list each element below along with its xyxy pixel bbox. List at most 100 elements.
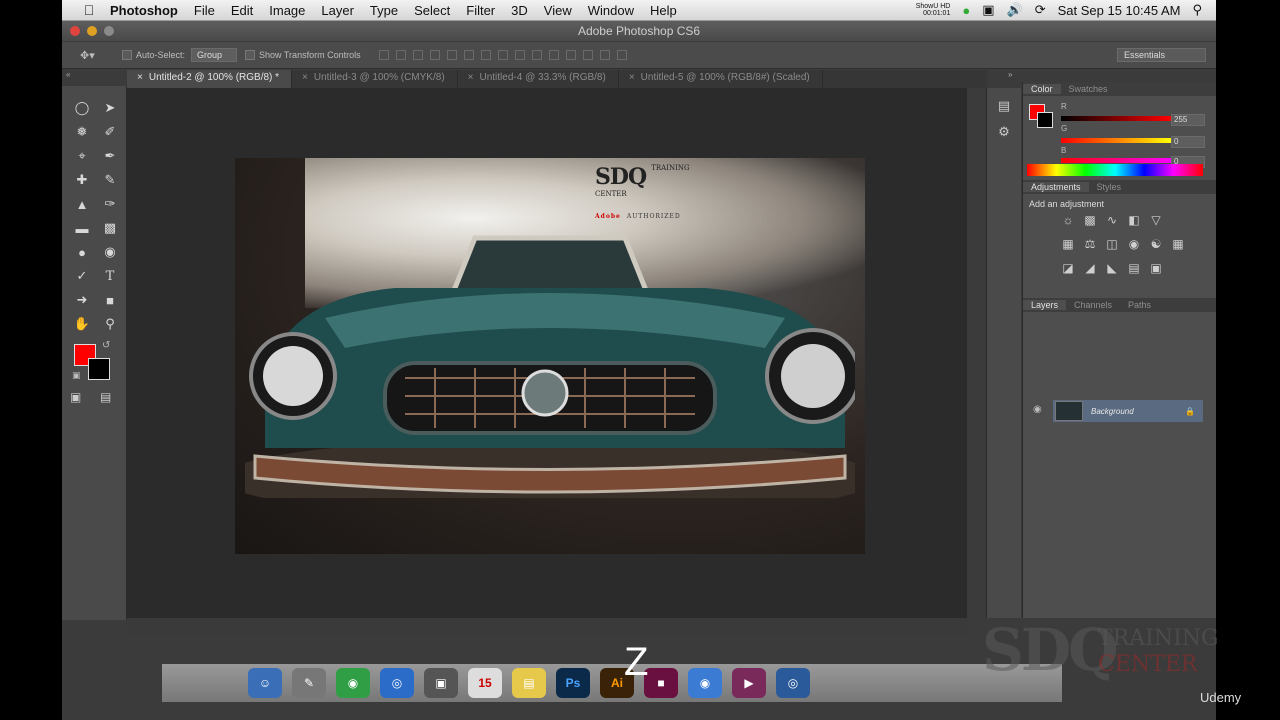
minimize-icon[interactable] xyxy=(87,26,97,36)
chrome-icon[interactable]: ◉ xyxy=(336,668,370,698)
threshold-icon[interactable]: ◣ xyxy=(1101,261,1123,285)
tab-channels[interactable]: Channels xyxy=(1066,300,1120,310)
sync-icon[interactable]: ⟳ xyxy=(1035,2,1046,18)
blur-tool-icon[interactable]: ● xyxy=(68,240,96,264)
menu-view[interactable]: View xyxy=(544,3,572,18)
brush-tool-icon[interactable]: ✎ xyxy=(96,168,124,192)
align-icon[interactable] xyxy=(412,50,423,60)
network-icon[interactable]: ◎ xyxy=(776,668,810,698)
crop-tool-icon[interactable]: ⌖ xyxy=(68,144,96,168)
photo-filter-icon[interactable]: ◉ xyxy=(1123,237,1145,261)
dodge-tool-icon[interactable]: ◉ xyxy=(96,240,124,264)
collapse-left-icon[interactable]: « xyxy=(66,70,70,80)
color-lookup-icon[interactable]: ▦ xyxy=(1167,237,1189,261)
close-tab-icon[interactable]: × xyxy=(302,72,308,83)
layer-name[interactable]: Background xyxy=(1091,407,1134,416)
black-white-icon[interactable]: ◫ xyxy=(1101,237,1123,261)
tab-paths[interactable]: Paths xyxy=(1120,300,1159,310)
pen-tool-icon[interactable]: ✓ xyxy=(68,264,96,288)
volume-icon[interactable]: 🔊 xyxy=(1007,2,1023,18)
recorder-status[interactable]: ShowU HD 00:01:01 xyxy=(916,3,951,17)
lasso-tool-icon[interactable]: ❅ xyxy=(68,120,96,144)
marquee-tool-icon[interactable]: ◯ xyxy=(68,96,96,120)
brightness-icon[interactable]: ☼ xyxy=(1057,213,1079,237)
color-balance-icon[interactable]: ⚖ xyxy=(1079,237,1101,261)
quill-app-icon[interactable]: ✎ xyxy=(292,668,326,698)
vibrance-icon[interactable]: ▽ xyxy=(1145,213,1167,237)
tab-adjustments[interactable]: Adjustments xyxy=(1023,182,1089,192)
tab-untitled-3[interactable]: × Untitled-3 @ 100% (CMYK/8) xyxy=(292,70,458,88)
apple-icon[interactable]:  xyxy=(80,2,98,18)
3d-mode-icon[interactable] xyxy=(599,50,610,60)
menu-select[interactable]: Select xyxy=(414,3,450,18)
spotlight-icon[interactable]: ⚲ xyxy=(1192,2,1202,18)
tab-swatches[interactable]: Swatches xyxy=(1061,84,1116,94)
eraser-tool-icon[interactable]: ▬ xyxy=(68,216,96,240)
menu-window[interactable]: Window xyxy=(588,3,634,18)
distribute-icon[interactable] xyxy=(565,50,576,60)
menu-file[interactable]: File xyxy=(194,3,215,18)
canvas-area[interactable]: SDQ TRAINING CENTER Adobe AUTHORIZED xyxy=(127,88,967,618)
channel-mixer-icon[interactable]: ☯ xyxy=(1145,237,1167,261)
tab-styles[interactable]: Styles xyxy=(1089,182,1130,192)
type-tool-icon[interactable]: T xyxy=(96,264,124,288)
close-tab-icon[interactable]: × xyxy=(137,72,143,83)
calendar-icon[interactable]: 15 xyxy=(468,668,502,698)
g-value[interactable]: 0 xyxy=(1171,136,1205,148)
collapse-right-icon[interactable]: » xyxy=(1008,70,1012,80)
b-slider[interactable] xyxy=(1061,158,1171,163)
photoshop-icon[interactable]: Ps xyxy=(556,668,590,698)
zoom-icon[interactable] xyxy=(104,26,114,36)
color-background-swatch[interactable] xyxy=(1037,112,1053,128)
menu-3d[interactable]: 3D xyxy=(511,3,528,18)
distribute-icon[interactable] xyxy=(497,50,508,60)
swap-colors-icon[interactable]: ↺ xyxy=(102,340,110,351)
levels-icon[interactable]: ▩ xyxy=(1079,213,1101,237)
default-colors-icon[interactable]: ▣ xyxy=(72,370,81,381)
close-tab-icon[interactable]: × xyxy=(468,72,474,83)
align-icon[interactable] xyxy=(429,50,440,60)
properties-panel-icon[interactable]: ⚙ xyxy=(987,124,1021,140)
record-dot-icon[interactable]: ● xyxy=(962,3,970,18)
color-spectrum[interactable] xyxy=(1027,164,1203,176)
menu-help[interactable]: Help xyxy=(650,3,677,18)
globe-app-icon[interactable]: ◎ xyxy=(380,668,414,698)
media-app-icon[interactable]: ▶ xyxy=(732,668,766,698)
layer-visibility-icon[interactable]: ◉ xyxy=(1033,404,1042,415)
move-tool-preset-icon[interactable]: ✥▾ xyxy=(80,49,114,62)
tab-untitled-2[interactable]: × Untitled-2 @ 100% (RGB/8) * xyxy=(127,70,293,88)
menu-edit[interactable]: Edit xyxy=(231,3,253,18)
3d-mode-icon[interactable] xyxy=(616,50,627,60)
distribute-icon[interactable] xyxy=(514,50,525,60)
distribute-icon[interactable] xyxy=(480,50,491,60)
exposure-icon[interactable]: ◧ xyxy=(1123,213,1145,237)
auto-select-dropdown[interactable]: Group xyxy=(191,48,238,62)
distribute-icon[interactable] xyxy=(548,50,559,60)
invert-icon[interactable]: ◪ xyxy=(1057,261,1079,285)
healing-tool-icon[interactable]: ✚ xyxy=(68,168,96,192)
tab-layers[interactable]: Layers xyxy=(1023,300,1067,310)
curves-icon[interactable]: ∿ xyxy=(1101,213,1123,237)
background-color-swatch[interactable] xyxy=(88,358,110,380)
transform-controls-checkbox[interactable] xyxy=(245,50,256,60)
notes-icon[interactable]: ▤ xyxy=(512,668,546,698)
tab-color[interactable]: Color xyxy=(1023,84,1061,94)
menu-filter[interactable]: Filter xyxy=(466,3,495,18)
gradient-tool-icon[interactable]: ▩ xyxy=(96,216,124,240)
menu-layer[interactable]: Layer xyxy=(321,3,354,18)
align-icon[interactable] xyxy=(446,50,457,60)
zoom-tool-icon[interactable]: ⚲ xyxy=(96,312,124,336)
selective-color-icon[interactable]: ▣ xyxy=(1145,261,1167,285)
indesign-icon[interactable]: ■ xyxy=(644,668,678,698)
align-icon[interactable] xyxy=(463,50,474,60)
eyedropper-tool-icon[interactable]: ✒ xyxy=(96,144,124,168)
menu-app[interactable]: Photoshop xyxy=(110,3,178,18)
finder-icon[interactable]: ☺ xyxy=(248,668,282,698)
menu-image[interactable]: Image xyxy=(269,3,305,18)
adobe-icon[interactable]: ▣ xyxy=(982,2,994,18)
distribute-icon[interactable] xyxy=(531,50,542,60)
shape-tool-icon[interactable]: ■ xyxy=(96,288,124,312)
close-icon[interactable] xyxy=(70,26,80,36)
align-icon[interactable] xyxy=(378,50,389,60)
move-tool-icon[interactable]: ➤ xyxy=(96,96,124,120)
